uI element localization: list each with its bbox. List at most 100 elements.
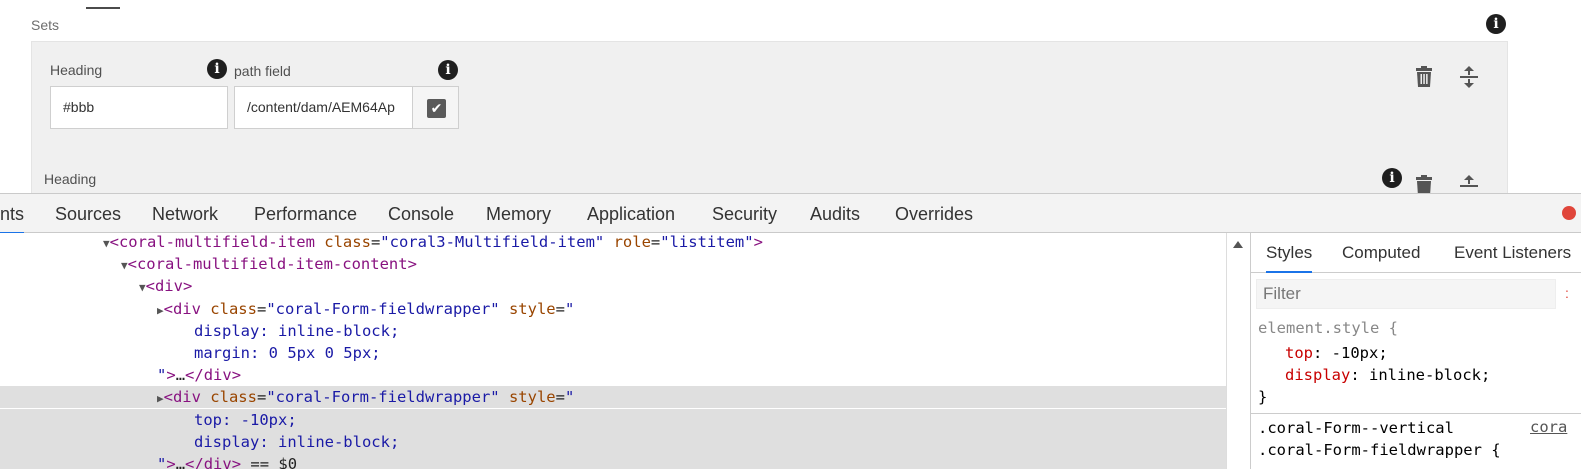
tab-security[interactable]: Security xyxy=(712,194,777,232)
styles-pane: Styles Computed Event Listeners Filter :… xyxy=(1250,233,1581,469)
tab-performance[interactable]: Performance xyxy=(254,194,357,232)
tab-network[interactable]: Network xyxy=(152,194,218,232)
dom-node-line[interactable]: ▶<div class="coral-Form-fieldwrapper" st… xyxy=(0,298,1226,320)
expand-down-icon[interactable]: ▼ xyxy=(139,281,146,294)
code-token: style xyxy=(508,388,556,407)
tab-styles[interactable]: Styles xyxy=(1266,233,1313,273)
heading-label: Heading xyxy=(50,62,103,78)
expand-down-icon[interactable]: ▼ xyxy=(121,259,128,272)
sets-label: Sets xyxy=(31,17,60,33)
expand-right-icon[interactable]: ▶ xyxy=(157,392,164,405)
tab-computed[interactable]: Computed xyxy=(1342,233,1420,271)
code-token: "coral3-Multifield-item" xyxy=(380,233,605,251)
styles-filter-input[interactable]: Filter xyxy=(1256,279,1556,309)
code-token: " xyxy=(564,299,575,318)
code-token: <div xyxy=(163,388,211,407)
dom-node-line[interactable]: display: inline-block; xyxy=(0,430,1226,453)
code-token: top: -10px; xyxy=(194,410,297,429)
tab-memory[interactable]: Memory xyxy=(486,194,551,232)
elements-tree: ▼<coral-multifield-item class="coral3-Mu… xyxy=(0,233,1226,469)
code-token: <coral-multifield-item xyxy=(109,233,325,251)
path-field-label: path field xyxy=(234,63,291,79)
filter-toggle[interactable]: : xyxy=(1565,285,1569,301)
expand-right-icon[interactable]: ▶ xyxy=(157,304,164,317)
trash-icon[interactable] xyxy=(1413,174,1435,193)
dom-node-line[interactable]: ▶<div class="coral-Form-fieldwrapper" st… xyxy=(0,386,1226,409)
code-token: display: inline-block; xyxy=(194,321,400,340)
code-token: <coral-multifield-item-content> xyxy=(127,255,417,274)
scroll-up-icon[interactable] xyxy=(1233,241,1243,248)
code-token: <div xyxy=(163,299,211,318)
code-token: = xyxy=(256,388,267,407)
tab-console[interactable]: Console xyxy=(388,194,454,232)
code-token: > xyxy=(166,366,176,385)
code-token: = xyxy=(555,299,565,318)
dom-node-line[interactable]: margin: 0 5px 0 5px; xyxy=(0,342,1226,364)
dom-node-line[interactable]: ▼<coral-multifield-item-content> xyxy=(0,253,1226,275)
dom-node-line[interactable]: ">…</div> == $0 xyxy=(0,453,1226,469)
error-indicator-icon[interactable] xyxy=(1562,206,1576,220)
move-handle-icon[interactable] xyxy=(1458,174,1480,193)
code-token: margin: 0 5px 0 5px; xyxy=(194,344,381,362)
tab-overrides[interactable]: Overrides xyxy=(895,194,973,232)
dom-node-line[interactable]: ▼<coral-multifield-item class="coral3-Mu… xyxy=(0,233,1226,253)
code-token: = xyxy=(370,233,381,251)
code-token: style xyxy=(508,299,556,318)
scrollbar[interactable] xyxy=(1226,233,1251,469)
heading-label: Heading xyxy=(44,171,97,187)
info-icon[interactable]: i xyxy=(438,60,458,80)
code-token: <div> xyxy=(145,277,193,296)
code-token: … xyxy=(175,455,186,469)
trash-icon[interactable] xyxy=(1413,65,1435,89)
code-token: role xyxy=(613,233,651,251)
rule-selector: .coral-Form-fieldwrapper { xyxy=(1258,441,1501,459)
code-token: "coral-Form-fieldwrapper" xyxy=(266,388,500,407)
info-icon[interactable]: i xyxy=(207,59,227,79)
aem-form-area: Sets i Heading i path field i #bbb /cont… xyxy=(0,0,1581,193)
move-handle-icon[interactable] xyxy=(1458,65,1480,89)
code-token: " xyxy=(157,366,167,385)
rule-close-brace: } xyxy=(1258,388,1268,406)
css-declaration[interactable]: top: -10px; xyxy=(1285,342,1388,364)
css-property-value: inline-block; xyxy=(1369,366,1491,384)
code-token: display: inline-block; xyxy=(194,432,400,451)
info-icon[interactable]: i xyxy=(1382,168,1402,188)
code-token: </div> xyxy=(185,366,242,385)
code-token: "coral-Form-fieldwrapper" xyxy=(266,299,500,318)
tab-elements[interactable]: nts xyxy=(0,194,25,234)
rule-selector: .coral-Form--vertical xyxy=(1258,419,1454,437)
code-token: class xyxy=(210,299,257,318)
code-token: = xyxy=(555,388,565,407)
css-property-name: top xyxy=(1285,344,1313,362)
code-token: = xyxy=(650,233,661,251)
dom-node-line[interactable]: display: inline-block; xyxy=(0,320,1226,342)
rule-source-link[interactable]: cora xyxy=(1530,418,1567,436)
tab-application[interactable]: Application xyxy=(587,194,675,232)
css-property-name: display xyxy=(1285,366,1351,384)
path-field-input[interactable]: /content/dam/AEM64Ap xyxy=(234,86,413,129)
info-icon[interactable]: i xyxy=(1486,14,1506,34)
path-browse-button[interactable]: ✔ xyxy=(412,86,459,129)
css-declaration[interactable]: display: inline-block; xyxy=(1285,364,1490,386)
code-token: = xyxy=(256,299,267,318)
checkbox-icon: ✔ xyxy=(427,99,446,118)
code-token: == $0 xyxy=(241,455,298,469)
tab-underline xyxy=(86,7,120,9)
dom-node-line[interactable]: ">…</div> xyxy=(0,364,1226,386)
devtools-tab-bar: nts Sources Network Performance Console … xyxy=(0,193,1581,234)
rule-divider xyxy=(1251,413,1581,414)
heading-input[interactable]: #bbb xyxy=(50,86,228,129)
code-token: … xyxy=(175,366,186,385)
tab-audits[interactable]: Audits xyxy=(810,194,860,232)
code-token: " xyxy=(157,455,167,469)
tab-sources[interactable]: Sources xyxy=(55,194,121,232)
tab-event-listeners[interactable]: Event Listeners xyxy=(1454,233,1571,271)
dom-node-line[interactable]: top: -10px; xyxy=(0,408,1226,431)
expand-down-icon[interactable]: ▼ xyxy=(103,237,110,250)
code-token: > xyxy=(166,455,176,469)
code-token: > xyxy=(753,233,763,251)
dom-node-line[interactable]: ▼<div> xyxy=(0,275,1226,297)
